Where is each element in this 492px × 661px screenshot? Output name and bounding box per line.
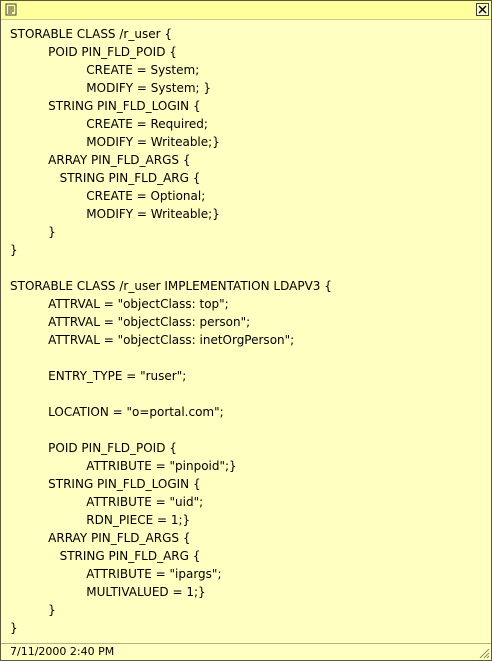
note-timestamp: 7/11/2000 2:40 PM: [10, 645, 115, 658]
resize-grip-icon[interactable]: [477, 646, 490, 659]
note-text-line: }: [10, 621, 18, 635]
note-text-line: STRING PIN_FLD_ARG {: [10, 549, 201, 563]
note-titlebar[interactable]: [1, 1, 491, 20]
note-text-line: }: [10, 603, 56, 617]
note-text-line: ARRAY PIN_FLD_ARGS {: [10, 531, 191, 545]
note-text-line: ATTRVAL = "objectClass: top";: [10, 297, 229, 311]
note-text-line: ARRAY PIN_FLD_ARGS {: [10, 153, 191, 167]
note-text-line: }: [10, 243, 18, 257]
note-text-line: [10, 385, 483, 403]
note-icon[interactable]: [5, 3, 18, 16]
note-text-line: [10, 421, 483, 439]
note-text-line: ATTRIBUTE = "uid";: [10, 495, 204, 509]
note-text-area[interactable]: STORABLE CLASS /r_user { POID PIN_FLD_PO…: [10, 25, 483, 640]
note-text-line: STRING PIN_FLD_LOGIN {: [10, 99, 201, 113]
note-text-line: ENTRY_TYPE = "ruser";: [10, 369, 187, 383]
note-text-line: STRING PIN_FLD_ARG {: [10, 171, 201, 185]
note-text-line: ATTRVAL = "objectClass: inetOrgPerson";: [10, 333, 295, 347]
sticky-note-window: STORABLE CLASS /r_user { POID PIN_FLD_PO…: [0, 0, 492, 661]
note-text-line: CREATE = Required;: [10, 117, 208, 131]
note-text-line: ATTRIBUTE = "ipargs";: [10, 567, 222, 581]
close-icon: [478, 5, 487, 14]
note-text-line: RDN_PIECE = 1;}: [10, 513, 191, 527]
note-text-line: STORABLE CLASS /r_user {: [10, 27, 172, 41]
note-text-line: ATTRIBUTE = "pinpoid";}: [10, 459, 237, 473]
note-text-line: }: [10, 225, 56, 239]
note-text-line: [10, 259, 483, 277]
note-text-line: STORABLE CLASS /r_user IMPLEMENTATION LD…: [10, 279, 332, 293]
note-text-line: POID PIN_FLD_POID {: [10, 441, 177, 455]
note-text-line: [10, 349, 483, 367]
close-button[interactable]: [476, 3, 489, 16]
note-text-line: STRING PIN_FLD_LOGIN {: [10, 477, 201, 491]
note-text-line: MODIFY = Writeable;}: [10, 207, 220, 221]
note-text-line: CREATE = System;: [10, 63, 200, 77]
note-text-line: MODIFY = Writeable;}: [10, 135, 220, 149]
note-text-line: MODIFY = System; }: [10, 81, 212, 95]
note-text-line: POID PIN_FLD_POID {: [10, 45, 177, 59]
note-footer: 7/11/2000 2:40 PM: [1, 643, 491, 660]
note-text-line: ATTRVAL = "objectClass: person";: [10, 315, 251, 329]
note-text-line: LOCATION = "o=portal.com";: [10, 405, 224, 419]
note-text-line: MULTIVALUED = 1;}: [10, 585, 206, 599]
note-text-line: CREATE = Optional;: [10, 189, 206, 203]
